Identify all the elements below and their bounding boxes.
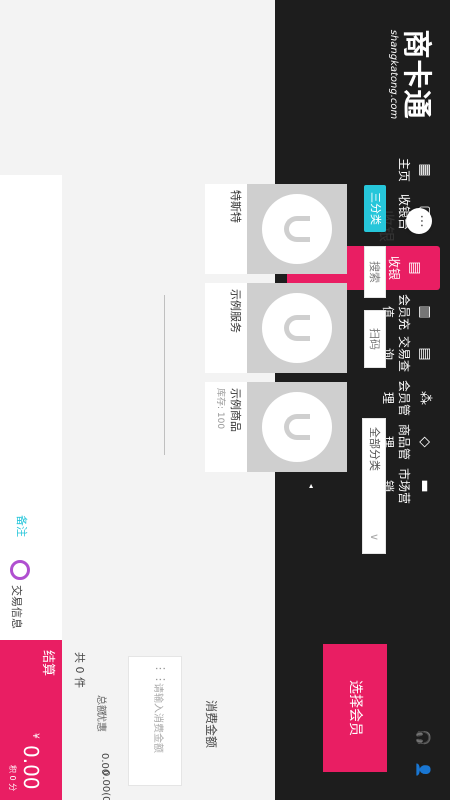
points-earned: 积 0 分 (8, 765, 17, 792)
spend-placeholder: 请输入消费金额 (152, 683, 163, 753)
placeholder-logo-icon (262, 194, 332, 264)
settle-amount: 0.00 (19, 745, 43, 790)
product-stock (213, 190, 227, 270)
placeholder-logo-icon (262, 392, 332, 462)
placeholder-logo-icon (262, 293, 332, 363)
item-count: 共 0 件 (73, 652, 86, 688)
u-shape (284, 414, 310, 440)
product-stock (213, 289, 227, 369)
u-shape (284, 315, 310, 341)
product-image (247, 382, 347, 472)
more-button[interactable]: ··· (406, 208, 432, 234)
landscape-stage: 商卡通 shangkatong.com ▦主页▢收银台◂▤收银▥会员充值▤交易查… (0, 0, 450, 800)
brand-site: shangkatong.com (388, 29, 399, 120)
u-shape (284, 216, 310, 242)
nav-item-label: 主页 (397, 157, 411, 182)
cashier-icon: ▤ (407, 261, 423, 275)
keypad-icon: ⋮⋮ (154, 663, 167, 685)
discount-value: 0.00(0 折) (100, 770, 111, 800)
product-name: 示例服务 (229, 289, 242, 333)
settle-button[interactable]: 结算 ¥ 0.00 积 0 分 (0, 640, 62, 800)
product-name: 特斯特 (229, 190, 242, 223)
receipt-icon: ▤ (417, 347, 433, 361)
product-card[interactable]: 示例商品 库存: 100 (205, 382, 347, 472)
spend-label: 消费金额 (204, 700, 218, 749)
transaction-info-toggle[interactable] (10, 560, 30, 580)
product-stock: 库存: 100 (215, 388, 225, 430)
settle-label: 结算 (40, 650, 55, 677)
category-button[interactable]: 三分类 (364, 185, 386, 232)
bookmark-icon: ▬ (417, 479, 433, 493)
all-category-select[interactable]: 全部分类 ∨ (362, 418, 386, 554)
product-image (247, 184, 347, 274)
scan-button[interactable]: 扫码 (364, 310, 386, 368)
remark-link[interactable]: 备注 (14, 515, 30, 555)
product-image (247, 283, 347, 373)
brand-logo: 商卡通 shangkatong.com (383, 12, 435, 137)
chevron-down-icon: ∨ (368, 533, 381, 542)
spend-amount-input[interactable]: ⋮⋮ 请输入消费金额 (128, 656, 182, 786)
product-card[interactable]: 示例服务 (205, 283, 347, 373)
tag-icon: ◇ (417, 436, 433, 448)
brand-name: 商卡通 (400, 29, 434, 120)
headset-icon[interactable]: 🎧 (412, 728, 430, 748)
member-card-icon: ▥ (417, 305, 433, 319)
grid-icon: ▦ (417, 163, 433, 177)
product-card[interactable]: 特斯特 (205, 184, 347, 274)
nav-item-label: 会员管理 (381, 379, 411, 416)
select-member-button[interactable]: 选择会员 (323, 644, 387, 772)
user-icon[interactable]: 👤 (412, 760, 430, 780)
divider (164, 295, 165, 455)
search-button[interactable]: 搜索 (364, 246, 386, 298)
product-name: 示例商品 (229, 388, 242, 432)
currency-symbol: ¥ (30, 733, 40, 739)
transaction-info-label: 交易信息 (10, 585, 23, 629)
members-icon: ⁂ (417, 391, 433, 405)
all-category-label: 全部分类 (368, 427, 381, 471)
discount-label: 优惠 (95, 712, 106, 732)
